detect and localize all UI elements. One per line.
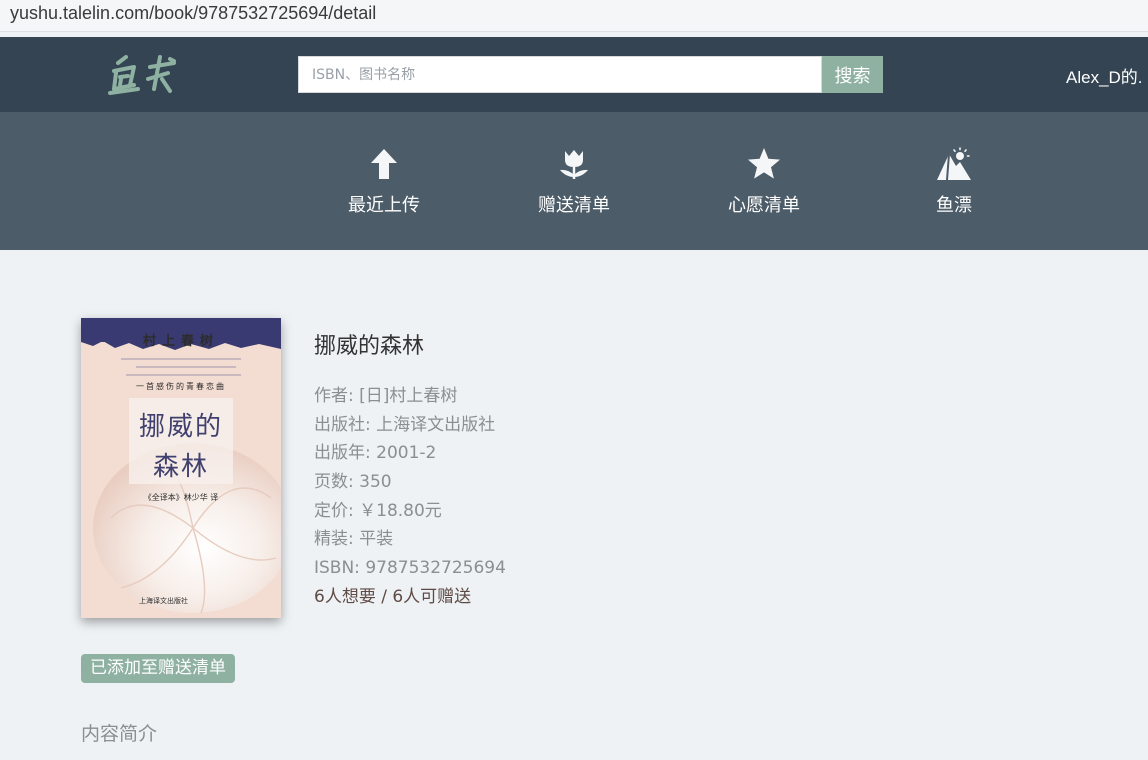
- search-input[interactable]: [299, 57, 821, 92]
- site-header: 搜索 Alex_D的.: [0, 37, 1148, 112]
- book-author: 作者: [日]村上春树: [314, 386, 458, 406]
- nav-item-recent-uploads[interactable]: 最近上传: [324, 112, 444, 250]
- book-cover[interactable]: 村上春树 一首感伤的青春恋曲 挪威的 森林 《全译本》林少华 译 上海译文出版社: [81, 318, 281, 618]
- search-button[interactable]: 搜索: [822, 56, 883, 93]
- nav-item-wish-list[interactable]: 心愿清单: [704, 112, 824, 250]
- flower-icon: [556, 146, 592, 182]
- book-title: 挪威的森林: [314, 334, 425, 359]
- nav-item-label: 心愿清单: [728, 195, 800, 216]
- star-icon: [746, 146, 782, 182]
- nav-item-label: 最近上传: [348, 195, 420, 216]
- book-price: 定价: ￥18.80元: [314, 500, 442, 521]
- cover-publisher: 上海译文出版社: [139, 597, 188, 605]
- main-nav: 最近上传 赠送清单 心愿清单 鱼漂: [0, 112, 1148, 250]
- search-box[interactable]: [298, 56, 822, 93]
- cover-title-line1: 挪威的: [138, 412, 223, 442]
- cover-title-line2: 森林: [152, 452, 209, 482]
- nav-item-label: 鱼漂: [936, 195, 972, 216]
- status-badge: 已添加至赠送清单: [81, 654, 235, 683]
- book-pubdate: 出版年: 2001-2: [314, 443, 437, 464]
- summary-heading: 内容简介: [81, 723, 158, 745]
- cover-author: 村上春树: [142, 334, 219, 349]
- browser-address-bar[interactable]: yushu.talelin.com/book/9787532725694/det…: [0, 0, 1148, 32]
- book-publisher: 出版社: 上海译文出版社: [314, 414, 496, 435]
- nav-item-gift-list[interactable]: 赠送清单: [514, 112, 634, 250]
- nav-item-label: 赠送清单: [538, 195, 610, 216]
- book-stats: 6人想要 / 6人可赠送: [314, 586, 472, 607]
- url-text[interactable]: yushu.talelin.com/book/9787532725694/det…: [10, 3, 376, 24]
- site-logo[interactable]: [104, 49, 180, 99]
- arrow-up-icon: [366, 146, 402, 182]
- cover-edition: 《全译本》林少华 译: [143, 493, 219, 502]
- book-info: 作者: [日]村上春树 出版社: 上海译文出版社 出版年: 2001-2 页数:…: [314, 382, 506, 612]
- cover-tagline: 一首感伤的青春恋曲: [136, 382, 226, 391]
- user-menu[interactable]: Alex_D的.: [1066, 63, 1143, 88]
- nav-item-drift[interactable]: 鱼漂: [894, 112, 1014, 250]
- book-pages: 页数: 350: [314, 472, 392, 493]
- book-isbn: ISBN: 9787532725694: [314, 558, 506, 579]
- mountain-sun-icon: [936, 146, 972, 182]
- book-binding: 精装: 平装: [314, 529, 394, 550]
